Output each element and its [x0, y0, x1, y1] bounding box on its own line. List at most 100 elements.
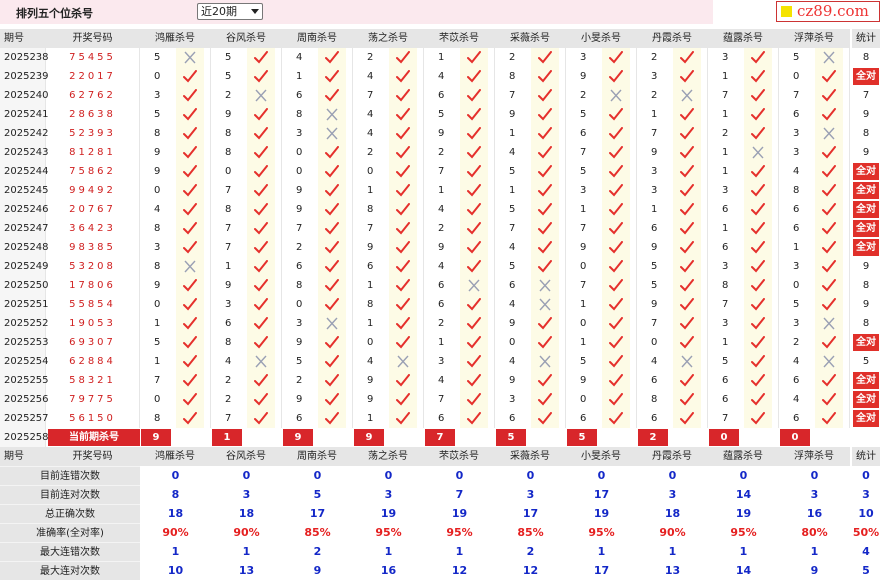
check-icon	[254, 108, 268, 121]
kill-number: 7	[651, 128, 658, 139]
killer-cell: 4	[637, 352, 708, 371]
row-stat: 全对	[852, 371, 880, 390]
hit-mark	[247, 181, 275, 200]
row-stat: 全对	[852, 162, 880, 181]
kill-number: 6	[438, 90, 445, 101]
stats-value: 17	[522, 507, 539, 520]
hit-mark	[176, 219, 204, 238]
killer-cell: 3	[779, 257, 850, 276]
killer-cell: 1	[708, 162, 779, 181]
kill-number: 0	[367, 166, 374, 177]
table-row: 2025246 20767 4 8 9 8 4 5 1 1 6 6 全对	[0, 200, 880, 219]
stats-value: 3	[862, 488, 870, 501]
period-select[interactable]: 近20期	[197, 3, 263, 20]
kill-number: 2	[225, 90, 232, 101]
killer-cell: 4	[495, 238, 566, 257]
hit-mark	[815, 48, 843, 67]
hit-mark	[460, 390, 488, 409]
killer-cell: 5	[708, 352, 779, 371]
check-icon	[609, 393, 623, 406]
stats-value: 3	[384, 488, 393, 501]
hit-mark	[673, 314, 701, 333]
kill-number: 4	[509, 299, 516, 310]
check-icon	[538, 184, 552, 197]
kill-number: 8	[296, 280, 303, 291]
hit-mark	[176, 276, 204, 295]
kill-number: 2	[580, 90, 587, 101]
stats-value: 0	[313, 469, 322, 482]
hit-mark	[673, 181, 701, 200]
check-icon	[680, 222, 694, 235]
killer-cell: 7	[424, 162, 495, 181]
stats-value: 12	[451, 564, 468, 577]
kill-number: 9	[580, 242, 587, 253]
check-icon	[396, 241, 410, 254]
kill-number: 8	[509, 71, 516, 82]
killer-cell: 1	[353, 314, 424, 333]
current-kill-number: 9	[354, 429, 384, 446]
kill-number: 1	[438, 52, 445, 63]
killer-cell: 1	[708, 105, 779, 124]
kill-number: 4	[367, 356, 374, 367]
table-row: 2025251 55854 0 3 0 8 6 4 1 9 7 5 9	[0, 295, 880, 314]
kill-number: 7	[651, 318, 658, 329]
check-icon	[822, 279, 836, 292]
hit-mark	[176, 105, 204, 124]
cross-icon	[539, 298, 551, 311]
cross-icon	[681, 355, 693, 368]
check-icon	[822, 165, 836, 178]
check-icon	[609, 412, 623, 425]
killer-cell: 0	[353, 333, 424, 352]
check-icon	[680, 241, 694, 254]
check-icon	[751, 260, 765, 273]
killer-cell: 4	[353, 67, 424, 86]
all-correct-badge: 全对	[853, 410, 879, 427]
killer-cell: 5	[211, 67, 282, 86]
killer-cell: 1	[708, 143, 779, 162]
kill-number: 3	[438, 356, 445, 367]
draw-number: 55854	[46, 295, 140, 314]
header-killer-3: 荡之杀号	[353, 29, 424, 48]
kill-number: 3	[225, 299, 232, 310]
killer-cell: 2	[353, 48, 424, 67]
stats-value: 0	[526, 469, 535, 482]
cross-icon	[184, 260, 196, 273]
hit-mark	[318, 124, 346, 143]
check-icon	[751, 393, 765, 406]
row-stat: 8	[862, 128, 870, 139]
kill-number: 2	[438, 147, 445, 158]
hit-mark	[247, 238, 275, 257]
issue-number: 2025244	[0, 162, 49, 181]
check-icon	[680, 393, 694, 406]
site-logo[interactable]: cz89.com	[776, 1, 880, 22]
check-icon	[325, 70, 339, 83]
kill-number: 3	[651, 166, 658, 177]
killer-cell: 9	[282, 181, 353, 200]
kill-number: 3	[154, 90, 161, 101]
hit-mark	[460, 409, 488, 428]
stats-label: 最大连错次数	[0, 542, 140, 561]
killer-cell: 3	[637, 67, 708, 86]
killer-cell: 9	[282, 200, 353, 219]
kill-number: 9	[296, 185, 303, 196]
killer-cell: 6	[282, 86, 353, 105]
table-row: 2025250 17806 9 9 8 1 6 6 7 5 8 0 8	[0, 276, 880, 295]
check-icon	[396, 184, 410, 197]
check-icon	[254, 184, 268, 197]
hit-mark	[318, 48, 346, 67]
hit-mark	[531, 105, 559, 124]
header-stat: 统计	[852, 29, 880, 48]
killer-cell: 1	[708, 219, 779, 238]
killer-cell: 6	[779, 219, 850, 238]
table-header-row: 期号 开奖号码 鸿雁杀号 谷风杀号 周南杀号 荡之杀号 芣苡杀号 采薇杀号 小旻杀号 丹霞杀号 蕴露…	[0, 29, 880, 48]
hit-mark	[247, 257, 275, 276]
check-icon	[325, 412, 339, 425]
check-icon	[325, 51, 339, 64]
hit-mark	[389, 352, 417, 371]
check-icon	[396, 298, 410, 311]
kill-number: 2	[438, 223, 445, 234]
stats-value: 5	[313, 488, 322, 501]
hit-mark	[531, 86, 559, 105]
hit-mark	[247, 143, 275, 162]
check-icon	[680, 165, 694, 178]
